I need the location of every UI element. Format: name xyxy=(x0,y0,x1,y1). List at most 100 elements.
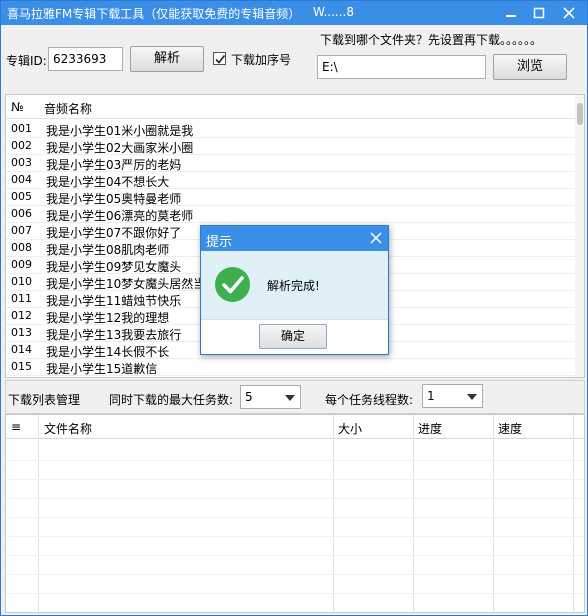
column-progress[interactable]: 进度 xyxy=(418,420,442,437)
column-divider xyxy=(573,415,574,612)
list-item-name: 我是小学生02大画家米小圈 xyxy=(46,141,194,155)
list-item-name: 我是小学生01米小圈就是我 xyxy=(46,124,194,138)
ok-button[interactable]: 确定 xyxy=(259,324,327,349)
parse-button[interactable]: 解析 xyxy=(130,46,204,72)
list-item-name: 我是小学生03严厉的老妈 xyxy=(46,158,182,172)
browse-button[interactable]: 浏览 xyxy=(493,54,567,80)
column-audio-name[interactable]: 音频名称 xyxy=(44,100,92,117)
list-item-index: 003 xyxy=(11,156,32,169)
column-menu[interactable]: ≡ xyxy=(11,420,21,434)
column-divider xyxy=(493,415,494,612)
dialog-title: 提示 xyxy=(206,235,233,250)
list-item-index: 013 xyxy=(11,326,32,339)
list-item[interactable]: 006 我是小学生06漂亮的莫老师 xyxy=(6,206,575,223)
dialog-title-bar[interactable]: 提示 xyxy=(201,226,388,251)
column-size[interactable]: 大小 xyxy=(338,420,362,437)
column-divider xyxy=(333,415,334,612)
audio-list-header: № 音频名称 xyxy=(6,95,575,119)
grid-line xyxy=(6,460,584,461)
grid-line xyxy=(6,593,584,594)
checkmark-icon xyxy=(215,55,226,64)
max-tasks-value: 5 xyxy=(245,390,253,404)
grid-line xyxy=(6,536,584,537)
download-list-header: ≡ 文件名称 大小 进度 速度 xyxy=(6,415,584,439)
column-speed[interactable]: 速度 xyxy=(498,420,522,437)
max-tasks-select[interactable]: 5 xyxy=(240,385,301,409)
list-item-index: 002 xyxy=(11,139,32,152)
download-with-index-checkbox[interactable] xyxy=(213,52,226,65)
close-icon xyxy=(370,232,382,244)
list-item-name: 我是小学生05奥特曼老师 xyxy=(46,192,182,206)
album-id-label: 专辑ID: xyxy=(6,54,47,68)
list-item-name: 我是小学生09梦见女魔头 xyxy=(46,260,182,274)
grid-line xyxy=(6,612,584,613)
window-version: W......8 xyxy=(313,5,355,19)
minimize-button[interactable] xyxy=(497,1,525,25)
folder-path-input[interactable]: E:\ xyxy=(317,55,486,79)
column-divider xyxy=(413,415,414,612)
list-item-name: 我是小学生06漂亮的莫老师 xyxy=(46,209,194,223)
threads-select[interactable]: 1 xyxy=(422,384,483,408)
list-item-index: 001 xyxy=(11,122,32,135)
list-item-name: 我是小学生13我要去旅行 xyxy=(46,328,182,342)
list-item-index: 008 xyxy=(11,241,32,254)
title-bar[interactable]: 喜马拉雅FM专辑下载工具（仅能获取免费的专辑音频） W......8 xyxy=(1,1,587,25)
minimize-icon xyxy=(506,15,516,17)
main-window: 喜马拉雅FM专辑下载工具（仅能获取免费的专辑音频） W......8 专辑ID:… xyxy=(0,0,588,616)
list-item-name: 我是小学生14长假不长 xyxy=(46,345,170,359)
close-icon xyxy=(563,7,575,19)
list-item[interactable]: 015 我是小学生15道歉信 xyxy=(6,359,575,376)
list-item-index: 011 xyxy=(11,292,32,305)
window-title: 喜马拉雅FM专辑下载工具（仅能获取免费的专辑音频） xyxy=(7,7,301,21)
download-manager-label: 下载列表管理 xyxy=(8,393,81,407)
dialog-close-button[interactable] xyxy=(370,232,382,247)
grid-line xyxy=(6,479,584,480)
list-item-index: 010 xyxy=(11,275,32,288)
list-item-name: 我是小学生12我的理想 xyxy=(46,311,170,325)
list-item-index: 007 xyxy=(11,224,32,237)
grid-line xyxy=(6,555,584,556)
list-item-name: 我是小学生04不想长大 xyxy=(46,175,170,189)
chevron-down-icon xyxy=(467,394,477,400)
list-item-index: 014 xyxy=(11,343,32,356)
dialog-footer: 确定 xyxy=(201,319,388,354)
threads-value: 1 xyxy=(427,389,435,403)
list-item[interactable]: 004 我是小学生04不想长大 xyxy=(6,172,575,189)
list-item[interactable]: 003 我是小学生03严厉的老妈 xyxy=(6,155,575,172)
audio-list-scrollbar[interactable] xyxy=(575,95,584,377)
info-dialog: 提示 解析完成! 确定 xyxy=(200,225,389,355)
grid-line xyxy=(6,574,584,575)
grid-line xyxy=(6,517,584,518)
list-item-index: 005 xyxy=(11,190,32,203)
list-item[interactable]: 001 我是小学生01米小圈就是我 xyxy=(6,121,575,138)
list-item-index: 009 xyxy=(11,258,32,271)
list-item-name: 我是小学生07不跟你好了 xyxy=(46,226,182,240)
maximize-icon xyxy=(533,7,545,19)
scrollbar-thumb[interactable] xyxy=(577,103,583,125)
column-divider xyxy=(38,415,39,612)
threads-label: 每个任务线程数: xyxy=(325,393,414,407)
column-index[interactable]: № xyxy=(11,100,23,114)
list-item-name: 我是小学生10梦女魔头居然当 xyxy=(46,277,206,291)
max-tasks-label: 同时下载的最大任务数: xyxy=(109,393,234,407)
close-button[interactable] xyxy=(555,1,583,25)
list-item-index: 012 xyxy=(11,309,32,322)
download-list[interactable]: ≡ 文件名称 大小 进度 速度 xyxy=(5,414,585,613)
download-with-index-label: 下载加序号 xyxy=(231,53,292,67)
album-id-input[interactable]: 6233693 xyxy=(48,47,123,71)
grid-line xyxy=(6,498,584,499)
success-check-icon xyxy=(215,267,250,302)
list-item-index: 006 xyxy=(11,207,32,220)
list-item[interactable]: 005 我是小学生05奥特曼老师 xyxy=(6,189,575,206)
dialog-message: 解析完成! xyxy=(267,279,320,293)
folder-prompt: 下载到哪个文件夹？先设置再下载。。。。。。 xyxy=(320,33,543,47)
dialog-body: 解析完成! xyxy=(201,251,388,319)
list-item-name: 我是小学生11蜡烛节快乐 xyxy=(46,294,182,308)
column-file-name[interactable]: 文件名称 xyxy=(44,420,92,437)
list-item-index: 004 xyxy=(11,173,32,186)
list-item[interactable]: 002 我是小学生02大画家米小圈 xyxy=(6,138,575,155)
chevron-down-icon xyxy=(285,395,295,401)
list-item-name: 我是小学生15道歉信 xyxy=(46,362,158,376)
maximize-button[interactable] xyxy=(525,1,553,25)
download-manager-bar: 下载列表管理 同时下载的最大任务数: 5 每个任务线程数: 1 xyxy=(5,380,585,414)
